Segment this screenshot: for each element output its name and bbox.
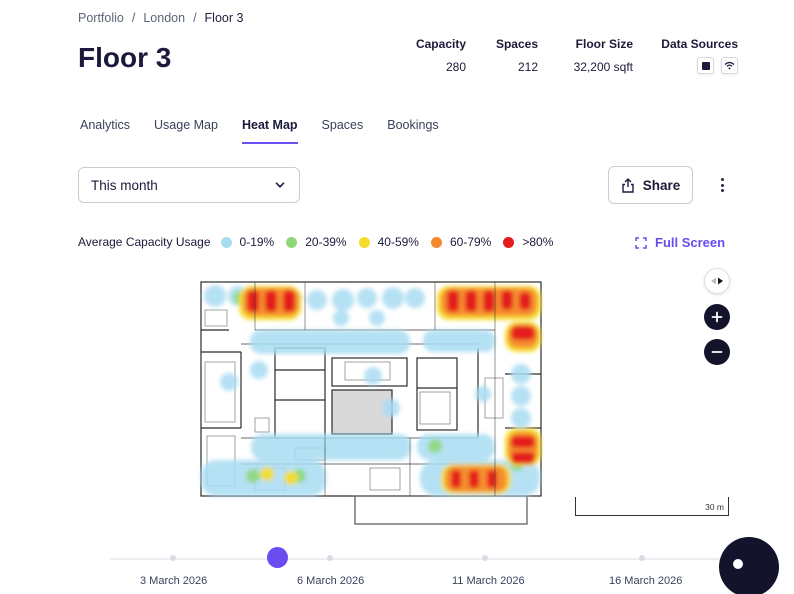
stat-capacity: Capacity 280 [416, 37, 466, 74]
legend-label: 60-79% [449, 235, 492, 249]
timeline-tick[interactable] [327, 555, 333, 561]
more-options-icon[interactable] [714, 176, 730, 194]
chevron-down-icon [275, 182, 285, 188]
tab-bar: Analytics Usage Map Heat Map Spaces Book… [80, 118, 463, 144]
legend-item-40-59: 40-59% [358, 235, 419, 249]
map-scale-bar: 30 m [575, 497, 729, 516]
legend-item-20-39: 20-39% [286, 235, 347, 249]
timeline-tick[interactable] [482, 555, 488, 561]
zoom-in-button[interactable] [704, 304, 730, 330]
period-select-value: This month [91, 177, 158, 193]
share-button[interactable]: Share [608, 166, 693, 204]
legend-dot [503, 236, 515, 248]
map-compass-button[interactable] [704, 268, 730, 294]
page-title: Floor 3 [78, 42, 172, 73]
timeline-label[interactable]: 11 March 2026 [452, 575, 525, 587]
stat-spaces-label: Spaces [495, 37, 538, 51]
legend-label: 20-39% [305, 235, 347, 249]
breadcrumb-separator: / [131, 11, 136, 25]
legend-dot [220, 236, 232, 248]
tab-bookings[interactable]: Bookings [387, 118, 438, 144]
tab-usage-map[interactable]: Usage Map [154, 118, 218, 144]
stat-capacity-label: Capacity [415, 37, 466, 51]
timeline-tick[interactable] [639, 555, 645, 561]
legend-dot [286, 236, 298, 248]
breadcrumb-portfolio[interactable]: Portfolio [78, 11, 124, 25]
share-button-label: Share [642, 177, 681, 193]
stat-floor-size-label: Floor Size [575, 37, 633, 51]
stat-floor-size: Floor Size 32,200 sqft [574, 37, 633, 74]
wifi-icon[interactable] [721, 57, 738, 74]
legend-item-80-plus: >80% [503, 235, 553, 249]
expand-icon [635, 236, 647, 249]
legend-item-0-19: 0-19% [220, 235, 275, 249]
share-icon [622, 177, 634, 193]
plus-icon [711, 311, 723, 323]
timeline-track[interactable] [110, 547, 730, 568]
legend-label: 0-19% [239, 235, 275, 249]
full-screen-label: Full Screen [655, 235, 726, 250]
legend-dot [358, 236, 370, 248]
map-scale-label: 30 m [705, 502, 724, 512]
breadcrumb-separator: / [193, 11, 197, 25]
stat-data-sources: Data Sources [661, 37, 738, 74]
tab-heat-map[interactable]: Heat Map [241, 118, 298, 144]
legend-label: 40-59% [377, 235, 419, 249]
stat-capacity-value: 280 [445, 60, 466, 74]
minus-icon [711, 351, 723, 353]
timeline-label[interactable]: 3 March 2026 [140, 575, 207, 587]
breadcrumb-london[interactable]: London [143, 11, 185, 25]
zoom-out-button[interactable] [704, 339, 730, 365]
period-select[interactable]: This month [78, 167, 300, 203]
compass-icon [711, 277, 723, 285]
floor-plan-heatmap[interactable] [195, 278, 560, 526]
legend-title: Average Capacity Usage [78, 235, 211, 249]
stat-spaces-value: 212 [517, 60, 538, 74]
heatmap-legend: Average Capacity Usage 0-19% 20-39% 40-5… [78, 235, 565, 249]
tab-analytics[interactable]: Analytics [80, 118, 130, 144]
breadcrumb-current: Floor 3 [204, 11, 244, 25]
legend-item-60-79: 60-79% [430, 235, 492, 249]
breadcrumb: Portfolio / London / Floor 3 [78, 11, 243, 25]
stat-spaces: Spaces 212 [496, 37, 538, 74]
tab-spaces[interactable]: Spaces [322, 118, 364, 144]
stat-data-sources-label: Data Sources [661, 37, 738, 51]
full-screen-button[interactable]: Full Screen [635, 235, 725, 250]
chat-widget-button[interactable] [719, 537, 779, 594]
timeline-label[interactable]: 6 March 2026 [297, 575, 364, 587]
sensor-icon[interactable] [697, 57, 714, 74]
data-source-icons [661, 57, 738, 74]
legend-dot [430, 236, 442, 248]
timeline-handle[interactable] [267, 547, 288, 568]
timeline-label[interactable]: 16 March 2026 [609, 575, 682, 587]
timeline-tick[interactable] [170, 555, 176, 561]
stat-floor-size-value: 32,200 sqft [573, 60, 633, 74]
legend-label: >80% [522, 235, 554, 249]
